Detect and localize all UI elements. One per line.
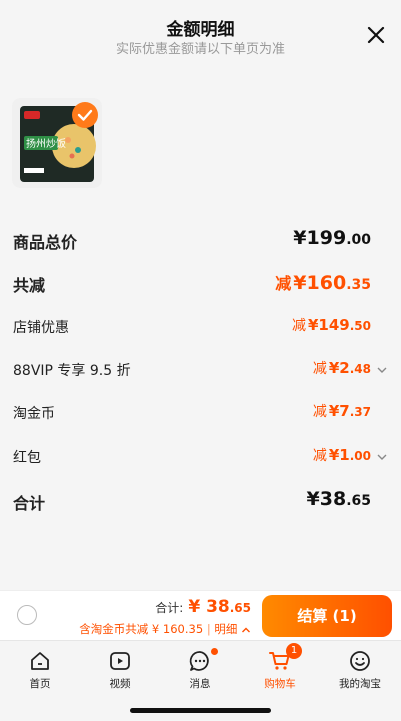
product-image-text: 扬州炒饭 <box>26 137 66 150</box>
detail-toggle-link[interactable]: 明细 <box>214 622 251 636</box>
row-value: 减 ¥1.00 <box>313 445 371 465</box>
detail-separator: | <box>206 622 211 636</box>
row-label: 淘金币 <box>13 406 55 422</box>
row-grand-total: 合计 ¥38.65 <box>0 486 401 516</box>
row-label: 88VIP 专享 9.5 折 <box>13 363 131 379</box>
select-all-radio[interactable] <box>17 605 37 625</box>
total-summary: 合计: ¥ 38.65 <box>155 597 251 617</box>
row-value: 减 ¥2.48 <box>313 358 371 378</box>
reduction-detail: 含淘金币共减 ¥ 160.35 | 明细 <box>79 621 251 637</box>
reduce-prefix: 减 <box>275 274 292 293</box>
value-decimal: .37 <box>349 405 371 419</box>
sheet-title: 金额明细 <box>166 20 235 40</box>
row-total-reduction: 共减 减 ¥160.35 <box>0 268 401 298</box>
row-value: 减 ¥160.35 <box>275 270 371 294</box>
reduction-detail-text: 含淘金币共减 ¥ 160.35 <box>79 622 204 636</box>
detail-link-label: 明细 <box>214 622 238 636</box>
video-icon <box>110 652 130 670</box>
total-label: 合计: <box>155 601 184 615</box>
amount-detail-sheet: 金额明细 实际优惠金额请以下单页为准 扬州炒饭 商品总价 ¥199.00 共减 … <box>0 0 401 590</box>
tab-label: 首页 <box>29 678 51 690</box>
value-integer: ¥2 <box>328 359 350 377</box>
row-taojinbi: 淘金币 减 ¥7.37 <box>0 399 401 429</box>
value-decimal: .00 <box>346 232 371 248</box>
row-value: ¥199.00 <box>293 227 371 249</box>
close-icon <box>367 26 385 44</box>
value-integer: ¥38 <box>306 488 347 510</box>
row-label: 合计 <box>13 494 46 513</box>
chevron-up-icon <box>242 627 250 632</box>
chevron-down-icon <box>377 454 387 460</box>
row-label: 共减 <box>13 276 46 295</box>
row-value: ¥38.65 <box>307 488 371 510</box>
tab-label: 视频 <box>109 678 131 690</box>
check-icon <box>77 109 93 121</box>
message-icon <box>189 651 209 671</box>
value-decimal: .35 <box>346 277 371 293</box>
value-decimal: .50 <box>349 319 371 333</box>
checkout-button[interactable]: 结算 (1) <box>262 595 392 637</box>
value-decimal: .65 <box>346 493 371 509</box>
reduce-prefix: 减 <box>312 404 327 420</box>
value-integer: ¥7 <box>328 402 350 420</box>
row-store-discount: 店铺优惠 减 ¥149.50 <box>0 313 401 343</box>
row-label: 店铺优惠 <box>13 320 69 336</box>
row-88vip-discount[interactable]: 88VIP 专享 9.5 折 减 ¥2.48 <box>0 356 401 386</box>
tab-home[interactable]: 首页 <box>0 649 80 693</box>
reduce-prefix: 减 <box>291 318 306 334</box>
value-integer: ¥199 <box>293 227 347 249</box>
value-decimal: .48 <box>349 362 371 376</box>
tab-label: 消息 <box>189 678 211 690</box>
value-decimal: .00 <box>349 449 371 463</box>
close-button[interactable] <box>365 24 387 46</box>
unread-dot <box>211 648 218 655</box>
sheet-subtitle: 实际优惠金额请以下单页为准 <box>115 42 285 57</box>
reduce-prefix: 减 <box>312 361 327 377</box>
profile-icon <box>350 651 370 671</box>
cart-count-badge: 1 <box>286 643 302 659</box>
value-integer: ¥149 <box>307 316 350 334</box>
bottom-tab-bar: 首页 视频 消息 1 购物车 我的淘宝 <box>0 640 401 721</box>
sheet-header: 金额明细 实际优惠金额请以下单页为准 <box>0 0 401 70</box>
row-label: 商品总价 <box>13 233 78 252</box>
row-value: 减 ¥149.50 <box>292 315 371 335</box>
value-integer: ¥160 <box>293 272 347 294</box>
tab-profile[interactable]: 我的淘宝 <box>320 649 400 693</box>
chevron-down-icon <box>377 367 387 373</box>
selected-check-badge <box>72 102 98 128</box>
checkout-bar: 合计: ¥ 38.65 含淘金币共减 ¥ 160.35 | 明细 结算 (1) <box>0 590 401 641</box>
row-red-packet[interactable]: 红包 减 ¥1.00 <box>0 443 401 473</box>
tab-label: 购物车 <box>264 678 296 690</box>
row-label: 红包 <box>13 450 41 466</box>
reduce-prefix: 减 <box>312 448 327 464</box>
value-integer: ¥1 <box>328 446 350 464</box>
home-icon <box>31 652 49 670</box>
tab-video[interactable]: 视频 <box>80 649 160 693</box>
tab-cart[interactable]: 1 购物车 <box>240 643 320 693</box>
tab-messages[interactable]: 消息 <box>160 648 240 693</box>
row-goods-total: 商品总价 ¥199.00 <box>0 225 401 255</box>
total-amount-integer: ¥ 38 <box>188 597 230 617</box>
home-indicator <box>130 708 271 713</box>
row-value: 减 ¥7.37 <box>313 401 371 421</box>
total-amount-decimal: .65 <box>229 601 251 615</box>
tab-label: 我的淘宝 <box>339 678 381 690</box>
